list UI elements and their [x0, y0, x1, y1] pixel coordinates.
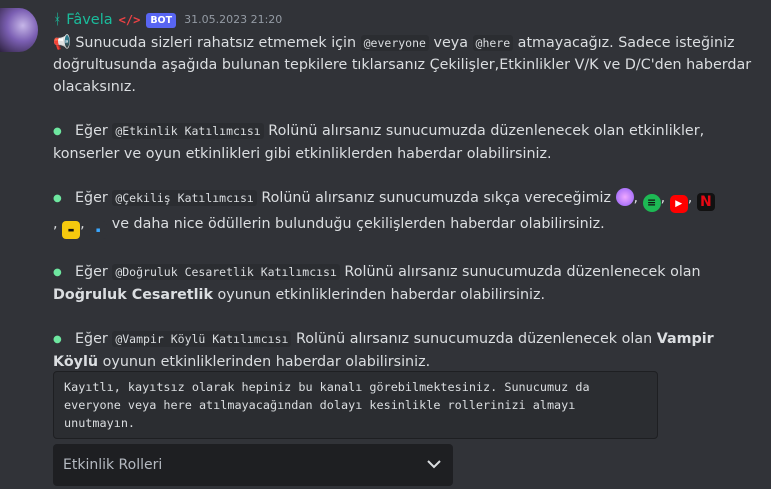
item-text: Eğer [75, 264, 113, 280]
bold-text: Doğruluk Cesaretlik [53, 287, 213, 303]
list-item: ● Eğer @Çekiliş Katılımcısı Rolünü alırsa… [53, 187, 758, 239]
item-text: Rolünü alırsanız sunucumuzda sıkça verec… [256, 190, 616, 206]
item-text: Rolünü alırsanız sunucumuzda düzenlenece… [291, 331, 657, 347]
separator: , [687, 190, 693, 206]
exxen-icon[interactable]: ▬ [62, 221, 81, 239]
bot-badge: BOT [146, 12, 177, 28]
blutv-icon[interactable]: ▪ [89, 221, 108, 239]
username[interactable]: ᚼ Fâvela [53, 8, 113, 32]
spotify-icon[interactable]: ≡ [642, 194, 661, 212]
item-text: Rolünü alırsanız sunucumuzda düzenlenece… [339, 264, 701, 280]
list-item: ● Eğer @Vampir Köylü Katılımcısı Rolünü a… [53, 328, 758, 373]
message-content: ᚼ Fâvela </> BOT 31.05.2023 21:20 📢 Sunu… [53, 8, 758, 373]
item-text: oyunun etkinliklerinden haberdar olabili… [212, 287, 546, 303]
roles-select-menu[interactable]: Etkinlik Rolleri [53, 444, 453, 486]
message-header: ᚼ Fâvela </> BOT 31.05.2023 21:20 [53, 8, 758, 32]
here-mention: @here [472, 35, 514, 51]
item-text: Eğer [75, 190, 113, 206]
list-item: ● Eğer @Doğruluk Cesaretlik Katılımcısı R… [53, 261, 758, 306]
netflix-icon[interactable]: N [696, 193, 715, 211]
developer-icon: </> [118, 13, 141, 27]
nitro-icon[interactable] [615, 188, 634, 206]
role-mention[interactable]: @Çekiliş Katılımcısı [112, 190, 257, 206]
role-mention[interactable]: @Vampir Köylü Katılımcısı [112, 331, 292, 347]
separator: , [660, 190, 666, 206]
chevron-down-icon [427, 457, 441, 473]
megaphone-icon: 📢 [53, 35, 71, 51]
item-text: Eğer [75, 123, 113, 139]
everyone-mention: @everyone [360, 35, 429, 51]
separator: , [80, 216, 85, 232]
bullet-icon: ● [53, 193, 62, 204]
separator: , [633, 190, 639, 206]
intro-text: Sunucuda sizleri rahatsız etmemek için [70, 35, 361, 51]
intro-text: veya [428, 35, 473, 51]
intro-paragraph: 📢 Sunucuda sizleri rahatsız etmemek için… [53, 32, 758, 98]
code-block: Kayıtlı, kayıtsız olarak hepiniz bu kana… [53, 371, 658, 439]
role-mention[interactable]: @Etkinlik Katılımcısı [112, 123, 264, 139]
bullet-icon: ● [53, 267, 62, 278]
timestamp: 31.05.2023 21:20 [184, 13, 283, 26]
bullet-icon: ● [53, 126, 62, 137]
item-text: oyunun etkinliklerinden haberdar olabili… [98, 354, 431, 370]
separator: , [53, 216, 58, 232]
item-text: Eğer [75, 331, 113, 347]
list-item: ● Eğer @Etkinlik Katılımcısı Rolünü alırs… [53, 120, 758, 165]
user-avatar[interactable] [0, 8, 38, 52]
youtube-icon[interactable]: ▶ [669, 195, 688, 213]
select-placeholder: Etkinlik Rolleri [63, 457, 163, 473]
role-mention[interactable]: @Doğruluk Cesaretlik Katılımcısı [112, 264, 340, 280]
bullet-icon: ● [53, 334, 62, 345]
item-text: ve daha nice ödüllerin bulunduğu çekiliş… [107, 216, 605, 232]
